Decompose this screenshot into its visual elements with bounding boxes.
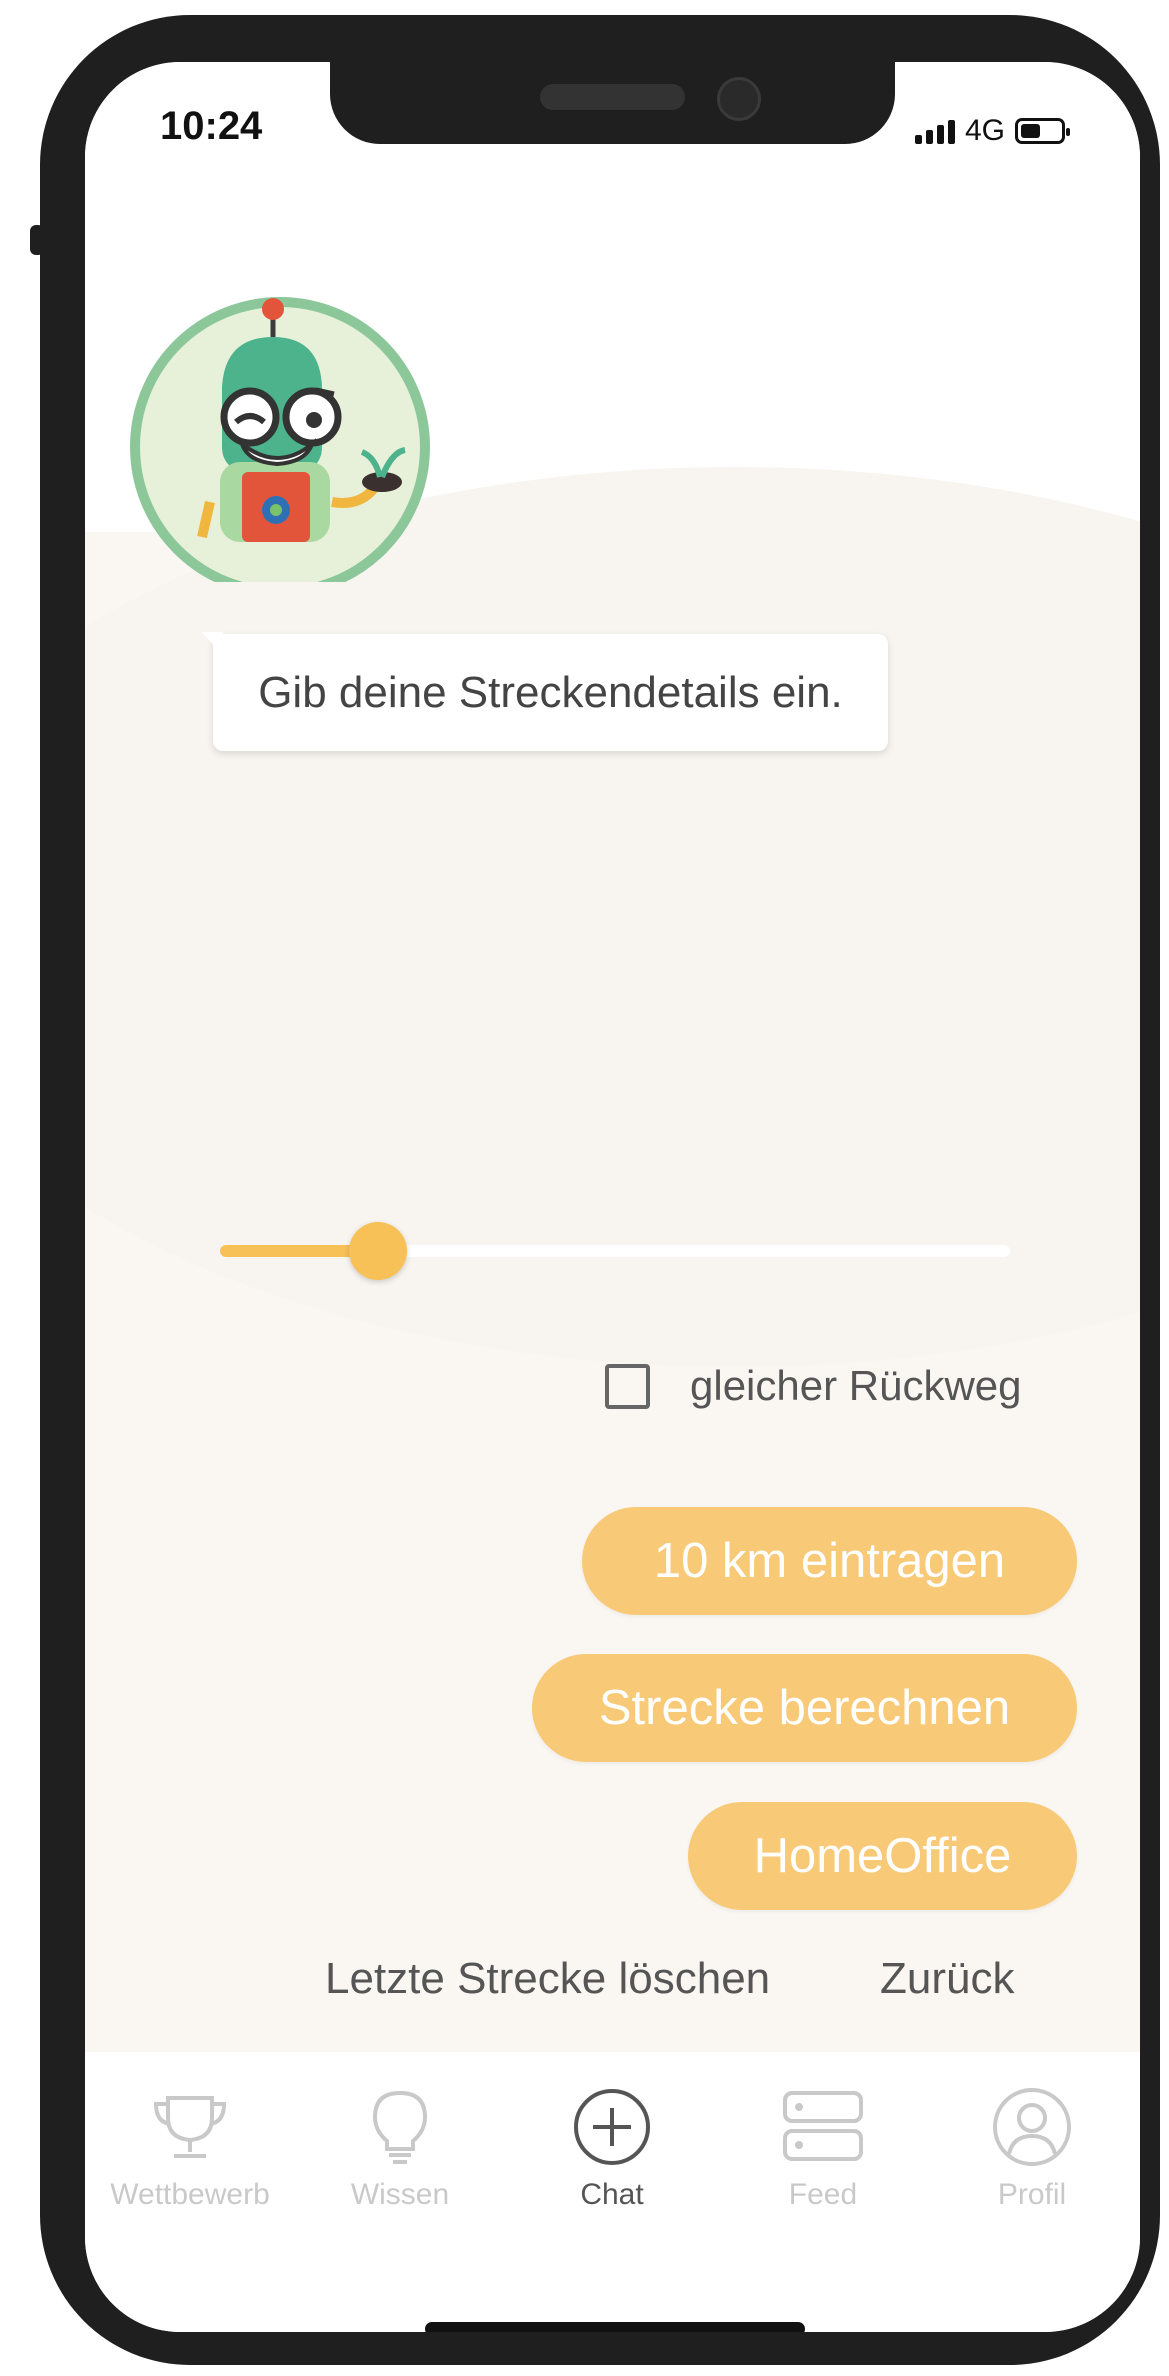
tab-feed[interactable]: Feed: [733, 2082, 913, 2212]
back-link[interactable]: Zurück: [880, 1954, 1014, 2004]
robot-mascot-avatar: [130, 297, 430, 582]
tab-label-feed: Feed: [788, 2178, 858, 2211]
feed-icon: [778, 2082, 868, 2172]
return-trip-option[interactable]: gleicher Rückweg: [605, 1362, 1022, 1410]
network-label: 4G: [965, 114, 1006, 147]
tab-label-chat: Chat: [580, 2178, 644, 2211]
tab-label-profil: Profil: [997, 2178, 1067, 2211]
notch: [330, 62, 895, 144]
trophy-icon: [145, 2082, 235, 2172]
tab-wettbewerb[interactable]: Wettbewerb: [100, 2082, 280, 2212]
status-indicators: 4G: [915, 114, 1071, 148]
app-screen: 10:24 4G Gib deine Streckendetails ein. …: [85, 62, 1140, 2332]
chat-message: Gib deine Streckendetails ein.: [258, 667, 843, 717]
battery-icon: [1015, 118, 1071, 144]
side-button: [30, 225, 44, 255]
calculate-route-button[interactable]: Strecke berechnen: [532, 1654, 1077, 1762]
tab-label-wettbewerb: Wettbewerb: [110, 2178, 270, 2211]
chat-bubble: Gib deine Streckendetails ein.: [201, 632, 888, 751]
profile-icon: [987, 2082, 1077, 2172]
enter-distance-button[interactable]: 10 km eintragen: [582, 1507, 1077, 1615]
tab-profil[interactable]: Profil: [942, 2082, 1122, 2212]
status-time: 10:24: [160, 104, 263, 148]
lightbulb-icon: [355, 2082, 445, 2172]
home-indicator: [425, 2322, 805, 2332]
plus-circle-icon: [567, 2082, 657, 2172]
delete-last-route-link[interactable]: Letzte Strecke löschen: [325, 1954, 770, 2004]
slider-thumb[interactable]: [349, 1222, 407, 1280]
distance-slider[interactable]: [220, 1222, 1010, 1280]
signal-icon: [915, 118, 955, 144]
home-office-button[interactable]: HomeOffice: [688, 1802, 1077, 1910]
return-trip-checkbox[interactable]: [605, 1363, 650, 1409]
tab-chat[interactable]: Chat: [522, 2082, 702, 2212]
tab-wissen[interactable]: Wissen: [310, 2082, 490, 2212]
return-trip-label: gleicher Rückweg: [690, 1362, 1022, 1409]
tab-label-wissen: Wissen: [350, 2178, 450, 2211]
